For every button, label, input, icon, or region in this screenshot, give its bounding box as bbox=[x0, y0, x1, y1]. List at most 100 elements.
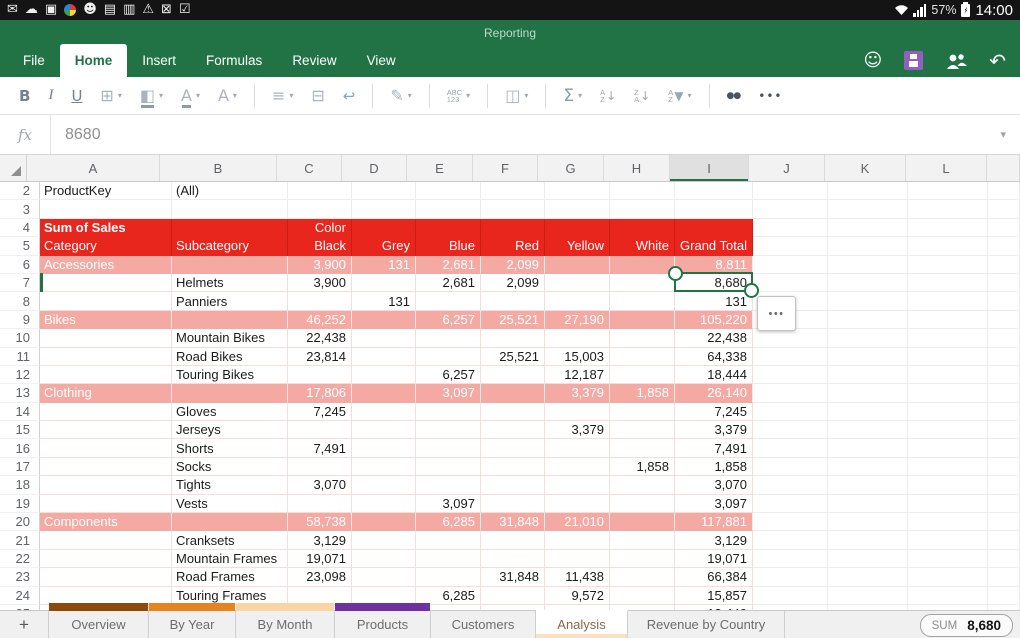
cell-H16[interactable] bbox=[610, 439, 675, 457]
cell-F6[interactable]: 2,099 bbox=[481, 256, 545, 274]
row-header-23[interactable]: 23 bbox=[0, 568, 40, 586]
column-header-F[interactable]: F bbox=[473, 155, 538, 181]
cell-H11[interactable] bbox=[610, 348, 675, 366]
cell-I3[interactable] bbox=[675, 200, 753, 218]
cell-12[interactable] bbox=[988, 366, 1020, 384]
cell-C16[interactable]: 7,491 bbox=[288, 439, 352, 457]
cell-L18[interactable] bbox=[908, 476, 988, 494]
cell-D17[interactable] bbox=[352, 458, 416, 476]
row-header-22[interactable]: 22 bbox=[0, 550, 40, 568]
column-header-H[interactable]: H bbox=[604, 155, 670, 181]
cell-E4[interactable] bbox=[416, 219, 481, 237]
save-icon[interactable] bbox=[904, 51, 923, 70]
cell-K21[interactable] bbox=[828, 531, 908, 549]
cell-D20[interactable] bbox=[352, 513, 416, 531]
cell-E7[interactable]: 2,681 bbox=[416, 274, 481, 292]
cell-B7[interactable]: Helmets bbox=[172, 274, 288, 292]
cell-C23[interactable]: 23,098 bbox=[288, 568, 352, 586]
cell-L22[interactable] bbox=[908, 550, 988, 568]
cell-I22[interactable]: 19,071 bbox=[675, 550, 753, 568]
cell-10[interactable] bbox=[988, 329, 1020, 347]
cell-J7[interactable] bbox=[753, 274, 828, 292]
cell-8[interactable] bbox=[988, 292, 1020, 310]
cell-D8[interactable]: 131 bbox=[352, 292, 416, 310]
quick-sum-badge[interactable]: SUM 8,680 bbox=[920, 614, 1013, 637]
cell-13[interactable] bbox=[988, 384, 1020, 402]
cell-A20[interactable]: Components bbox=[40, 513, 172, 531]
cell-G11[interactable]: 15,003 bbox=[545, 348, 610, 366]
cell-C2[interactable] bbox=[288, 182, 352, 200]
cell-J5[interactable] bbox=[753, 237, 828, 255]
cell-D9[interactable] bbox=[352, 311, 416, 329]
cell-6[interactable] bbox=[988, 256, 1020, 274]
cell-A3[interactable] bbox=[40, 200, 172, 218]
cell-D2[interactable] bbox=[352, 182, 416, 200]
cell-A21[interactable] bbox=[40, 531, 172, 549]
cell-K15[interactable] bbox=[828, 421, 908, 439]
cell-E9[interactable]: 6,257 bbox=[416, 311, 481, 329]
cell-A19[interactable] bbox=[40, 495, 172, 513]
column-header-I[interactable]: I bbox=[670, 155, 749, 181]
cell-K11[interactable] bbox=[828, 348, 908, 366]
cell-J14[interactable] bbox=[753, 403, 828, 421]
font-button[interactable]: A▾ bbox=[218, 86, 237, 105]
cell-K10[interactable] bbox=[828, 329, 908, 347]
cell-5[interactable] bbox=[988, 237, 1020, 255]
cell-F17[interactable] bbox=[481, 458, 545, 476]
cell-B4[interactable] bbox=[172, 219, 288, 237]
cell-L3[interactable] bbox=[908, 200, 988, 218]
cell-19[interactable] bbox=[988, 495, 1020, 513]
cell-I19[interactable]: 3,097 bbox=[675, 495, 753, 513]
cell-F18[interactable] bbox=[481, 476, 545, 494]
font-color-button[interactable]: A▾ bbox=[181, 86, 200, 105]
cell-E10[interactable] bbox=[416, 329, 481, 347]
cell-H12[interactable] bbox=[610, 366, 675, 384]
cell-14[interactable] bbox=[988, 403, 1020, 421]
cell-K19[interactable] bbox=[828, 495, 908, 513]
row-header-21[interactable]: 21 bbox=[0, 531, 40, 549]
formula-input[interactable]: 8680 bbox=[51, 126, 1000, 144]
cell-L5[interactable] bbox=[908, 237, 988, 255]
cell-F15[interactable] bbox=[481, 421, 545, 439]
cell-B19[interactable]: Vests bbox=[172, 495, 288, 513]
cell-F23[interactable]: 31,848 bbox=[481, 568, 545, 586]
cell-J13[interactable] bbox=[753, 384, 828, 402]
cell-G4[interactable] bbox=[545, 219, 610, 237]
cell-I17[interactable]: 1,858 bbox=[675, 458, 753, 476]
cell-20[interactable] bbox=[988, 513, 1020, 531]
cell-I23[interactable]: 66,384 bbox=[675, 568, 753, 586]
cell-15[interactable] bbox=[988, 421, 1020, 439]
cell-21[interactable] bbox=[988, 531, 1020, 549]
row-header-13[interactable]: 13 bbox=[0, 384, 40, 402]
cell-H10[interactable] bbox=[610, 329, 675, 347]
cell-I4[interactable] bbox=[675, 219, 753, 237]
find-button[interactable]: ●● bbox=[727, 91, 741, 101]
cell-E5[interactable]: Blue bbox=[416, 237, 481, 255]
cell-J10[interactable] bbox=[753, 329, 828, 347]
cell-G14[interactable] bbox=[545, 403, 610, 421]
cell-F24[interactable] bbox=[481, 587, 545, 605]
cell-D11[interactable] bbox=[352, 348, 416, 366]
column-header-K[interactable]: K bbox=[825, 155, 906, 181]
cell-K22[interactable] bbox=[828, 550, 908, 568]
feedback-smiley-icon[interactable]: ☺ bbox=[863, 52, 882, 70]
cell-D21[interactable] bbox=[352, 531, 416, 549]
cell-L16[interactable] bbox=[908, 439, 988, 457]
cell-17[interactable] bbox=[988, 458, 1020, 476]
autosum-button[interactable]: Σ▾ bbox=[563, 86, 582, 106]
cell-B16[interactable]: Shorts bbox=[172, 439, 288, 457]
cell-E22[interactable] bbox=[416, 550, 481, 568]
cell-D18[interactable] bbox=[352, 476, 416, 494]
row-header-11[interactable]: 11 bbox=[0, 348, 40, 366]
column-header-C[interactable]: C bbox=[277, 155, 342, 181]
cell-C18[interactable]: 3,070 bbox=[288, 476, 352, 494]
cell-I24[interactable]: 15,857 bbox=[675, 587, 753, 605]
sheet-tab-by-month[interactable]: By Month bbox=[236, 611, 335, 638]
cell-B12[interactable]: Touring Bikes bbox=[172, 366, 288, 384]
cell-H20[interactable] bbox=[610, 513, 675, 531]
cell-H5[interactable]: White bbox=[610, 237, 675, 255]
cell-J18[interactable] bbox=[753, 476, 828, 494]
cell-G10[interactable] bbox=[545, 329, 610, 347]
row-header-17[interactable]: 17 bbox=[0, 458, 40, 476]
fill-color-button[interactable]: ◧▾ bbox=[140, 86, 163, 105]
